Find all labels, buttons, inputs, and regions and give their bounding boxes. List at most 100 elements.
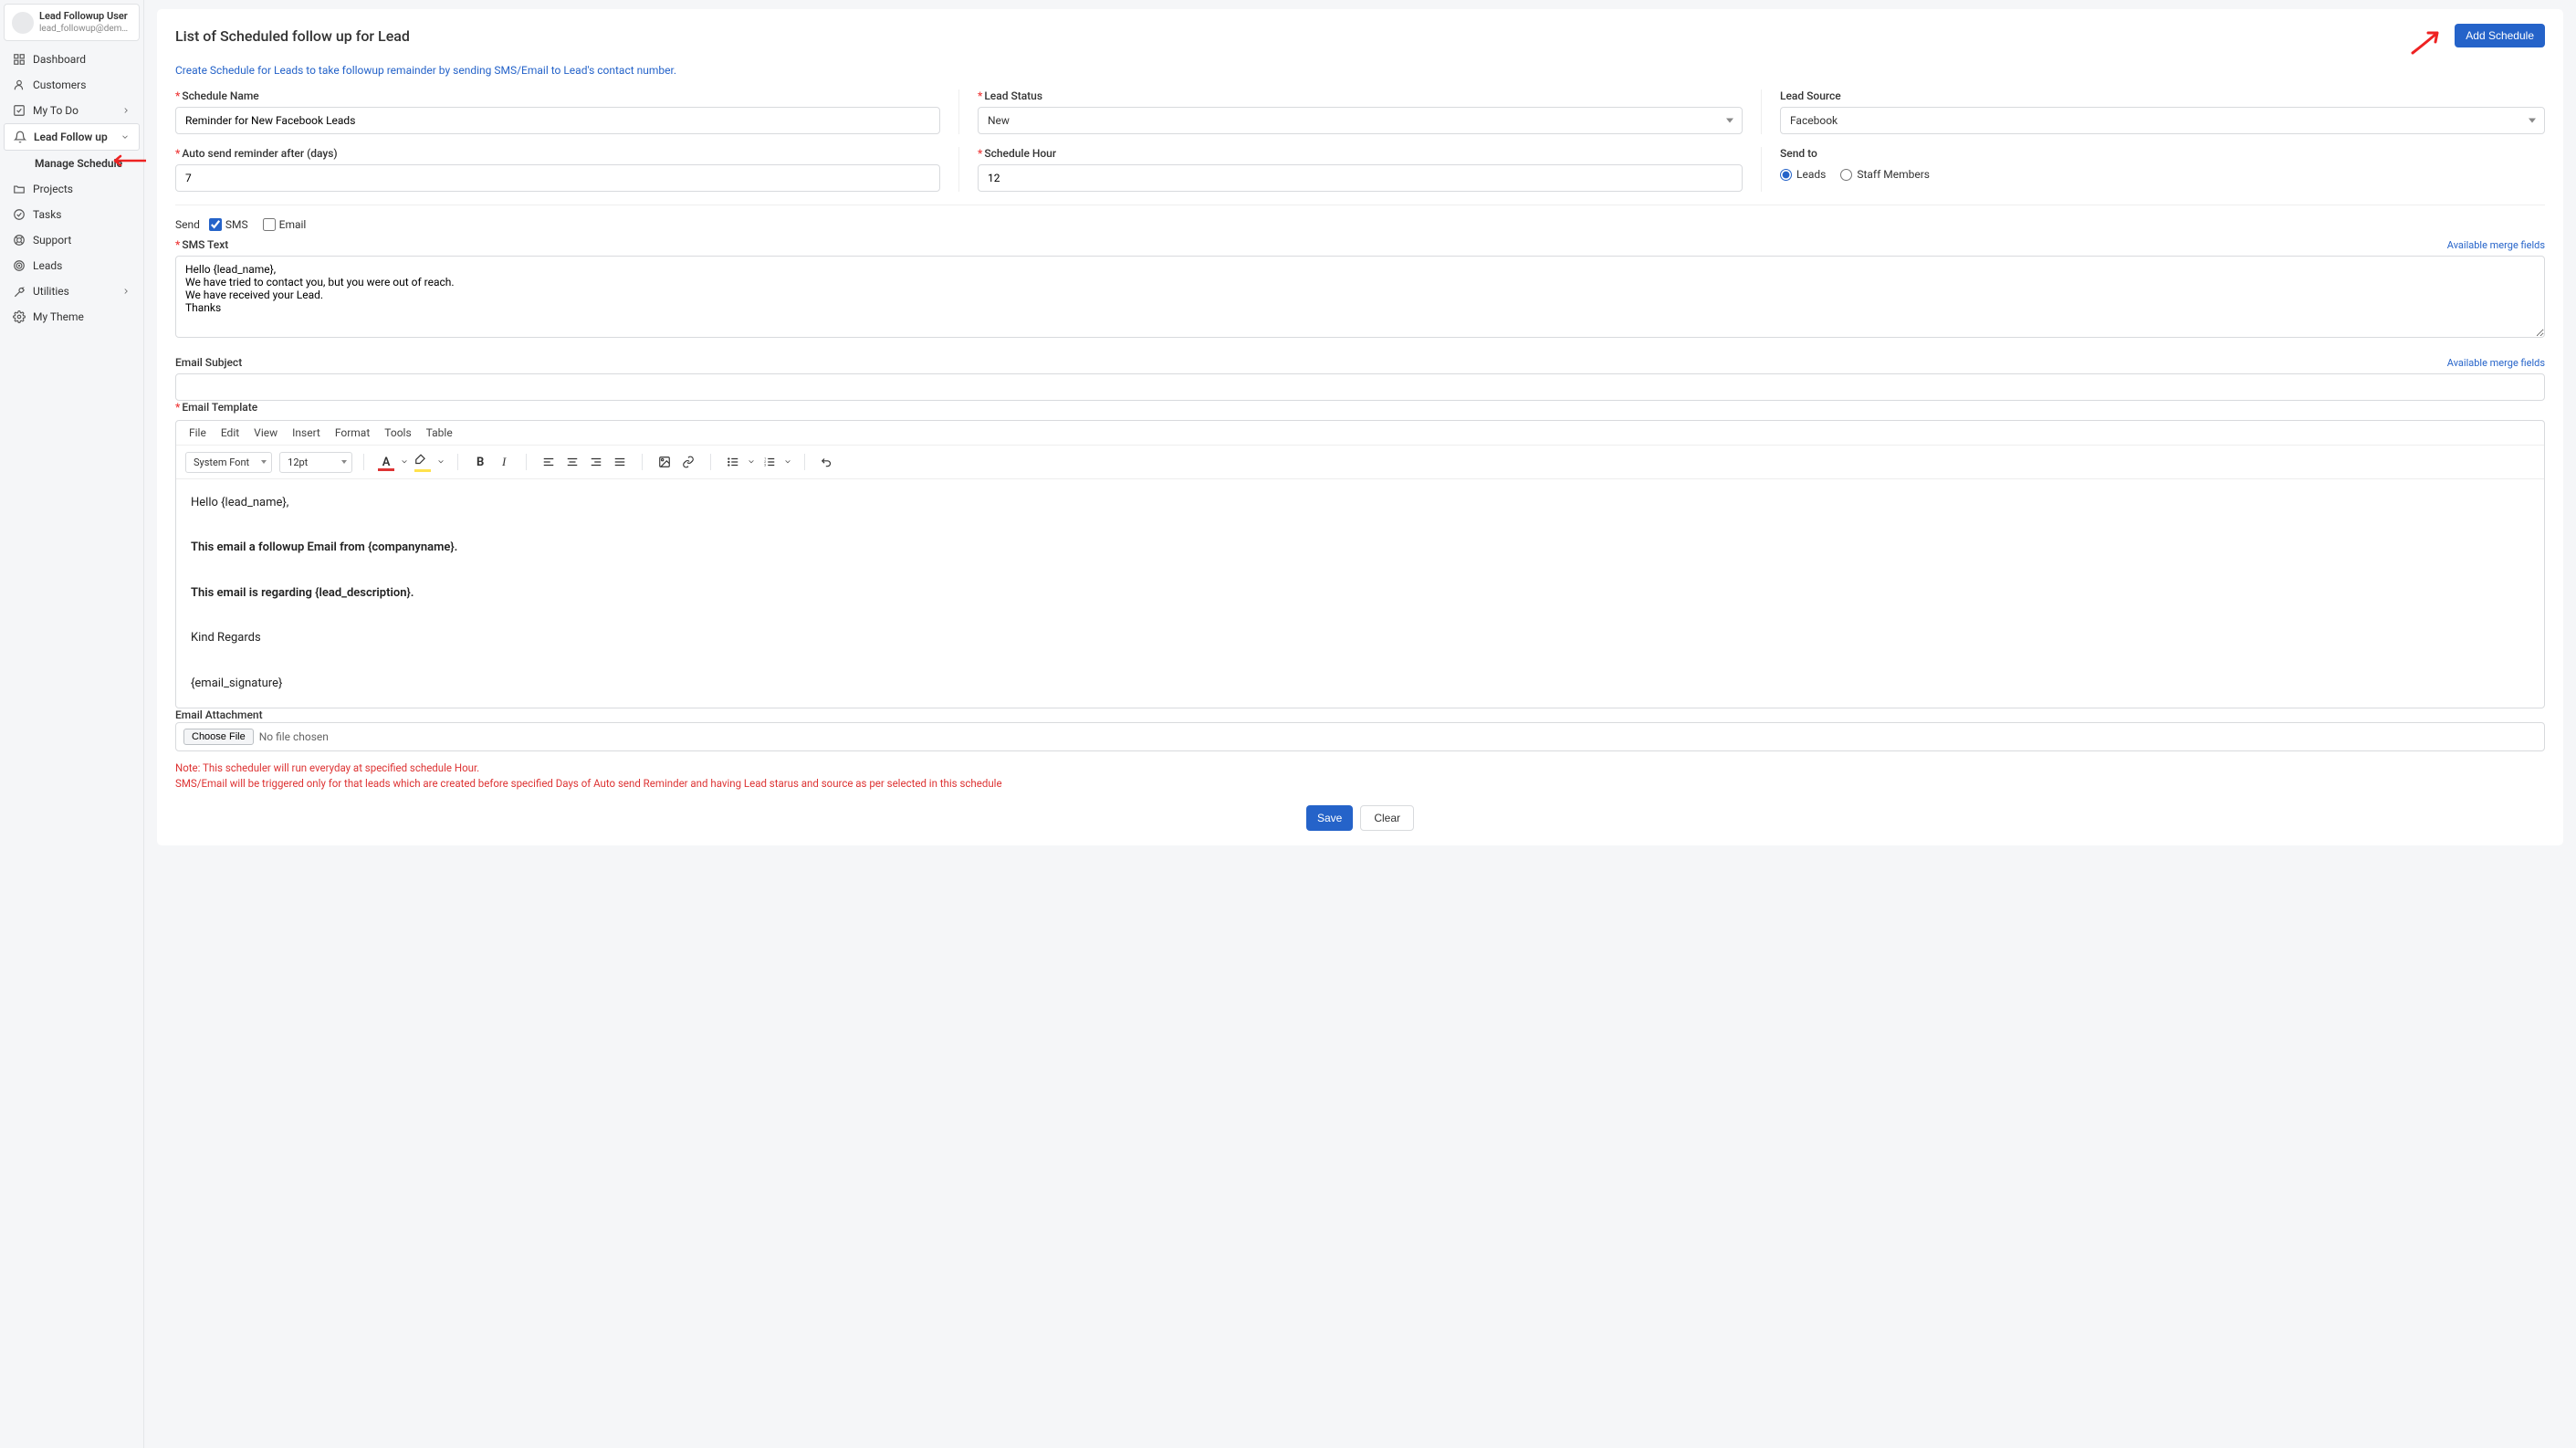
- nav-label: My To Do: [33, 104, 79, 117]
- col-lead-source: Lead Source Facebook: [1780, 89, 2545, 134]
- help-link[interactable]: Create Schedule for Leads to take follow…: [175, 64, 2545, 77]
- send-email-option[interactable]: Email: [263, 218, 307, 231]
- bullet-list-dropdown[interactable]: [746, 451, 757, 473]
- menu-tools[interactable]: Tools: [384, 426, 411, 439]
- email-subject-input[interactable]: [175, 373, 2545, 401]
- merge-fields-link-sms[interactable]: Available merge fields: [2447, 239, 2545, 251]
- numbered-list-button[interactable]: 123: [759, 451, 780, 473]
- editor-body[interactable]: Hello {lead_name}, This email a followup…: [176, 479, 2544, 708]
- lead-status-select[interactable]: New: [978, 107, 1743, 134]
- chevron-right-icon: [121, 106, 131, 115]
- menu-file[interactable]: File: [189, 426, 206, 439]
- editor-toolbar: System Font 12pt A B I: [176, 446, 2544, 479]
- wrench-icon: [13, 285, 26, 298]
- nav-customers[interactable]: Customers: [4, 72, 140, 98]
- nav-label: Projects: [33, 183, 73, 195]
- nav-projects[interactable]: Projects: [4, 176, 140, 202]
- label-schedule-name: *Schedule Name: [175, 89, 940, 102]
- dashboard-icon: [13, 53, 26, 66]
- auto-send-days-input[interactable]: [175, 164, 940, 192]
- send-sms-option[interactable]: SMS: [209, 218, 248, 231]
- nav-support[interactable]: Support: [4, 227, 140, 253]
- nav-label: Utilities: [33, 285, 69, 298]
- link-button[interactable]: [677, 451, 699, 473]
- annotation-arrow-icon: [110, 154, 146, 167]
- user-info: Lead Followup User lead_followup@demo...: [39, 10, 131, 35]
- menu-format[interactable]: Format: [335, 426, 370, 439]
- label-send-to: Send to: [1780, 147, 2545, 160]
- nav-sub-manage-schedule[interactable]: Manage Schedule: [4, 151, 140, 176]
- toolbar-separator: [642, 454, 643, 470]
- image-button[interactable]: [654, 451, 675, 473]
- checkbox-email[interactable]: [263, 218, 276, 231]
- nav-dashboard[interactable]: Dashboard: [4, 47, 140, 72]
- checkbox-sms[interactable]: [209, 218, 222, 231]
- bg-color-button[interactable]: [412, 451, 434, 473]
- merge-fields-link-email[interactable]: Available merge fields: [2447, 357, 2545, 369]
- gear-icon: [13, 310, 26, 323]
- form-row-2: *Auto send reminder after (days) *Schedu…: [175, 147, 2545, 192]
- radio-leads[interactable]: Leads: [1780, 168, 1826, 181]
- nav-mytheme[interactable]: My Theme: [4, 304, 140, 330]
- nav-label: Lead Follow up: [34, 131, 108, 143]
- nav-mytodo[interactable]: My To Do: [4, 98, 140, 123]
- menu-insert[interactable]: Insert: [292, 426, 320, 439]
- chevron-down-icon: [120, 132, 130, 142]
- page-title: List of Scheduled follow up for Lead: [175, 27, 410, 45]
- clear-button[interactable]: Clear: [1360, 805, 1414, 831]
- menu-edit[interactable]: Edit: [221, 426, 239, 439]
- label-email-template: *Email Template: [175, 401, 257, 414]
- col-send-to: Send to Leads Staff Members: [1780, 147, 2545, 192]
- undo-button[interactable]: [816, 451, 838, 473]
- text-color-button[interactable]: A: [375, 451, 397, 473]
- editor-line: {email_signature}: [191, 673, 2529, 696]
- label-schedule-hour: *Schedule Hour: [978, 147, 1743, 160]
- align-center-button[interactable]: [561, 451, 583, 473]
- italic-button[interactable]: I: [493, 451, 515, 473]
- menu-table[interactable]: Table: [426, 426, 453, 439]
- radio-staff[interactable]: Staff Members: [1840, 168, 1930, 181]
- bg-color-dropdown[interactable]: [435, 451, 446, 473]
- nav-label: Support: [33, 234, 71, 247]
- nav-leadfollowup[interactable]: Lead Follow up: [4, 123, 140, 151]
- nav-label: Tasks: [33, 208, 62, 221]
- label-auto-send-days: *Auto send reminder after (days): [175, 147, 940, 160]
- editor-line: This email a followup Email from {compan…: [191, 537, 2529, 560]
- save-button[interactable]: Save: [1306, 805, 1353, 831]
- sms-label-row: *SMS Text Available merge fields: [175, 238, 2545, 256]
- nav-utilities[interactable]: Utilities: [4, 278, 140, 304]
- numbered-list-dropdown[interactable]: [782, 451, 793, 473]
- radio-staff-input[interactable]: [1840, 169, 1852, 181]
- bold-button[interactable]: B: [469, 451, 491, 473]
- sms-text-textarea[interactable]: [175, 256, 2545, 338]
- col-schedule-hour: *Schedule Hour: [978, 147, 1762, 192]
- radio-leads-input[interactable]: [1780, 169, 1792, 181]
- label-lead-source: Lead Source: [1780, 89, 2545, 102]
- label-attachment: Email Attachment: [175, 708, 263, 721]
- nav-leads[interactable]: Leads: [4, 253, 140, 278]
- choose-file-button[interactable]: Choose File: [183, 729, 254, 745]
- align-left-button[interactable]: [538, 451, 560, 473]
- nav: Dashboard Customers My To Do Lead Follow…: [4, 47, 140, 330]
- label-lead-status: *Lead Status: [978, 89, 1743, 102]
- life-ring-icon: [13, 234, 26, 247]
- nav-label: Leads: [33, 259, 62, 272]
- menu-view[interactable]: View: [254, 426, 277, 439]
- font-size-select[interactable]: 12pt: [279, 452, 352, 473]
- align-justify-button[interactable]: [609, 451, 631, 473]
- nav-tasks[interactable]: Tasks: [4, 202, 140, 227]
- align-right-button[interactable]: [585, 451, 607, 473]
- user-card[interactable]: Lead Followup User lead_followup@demo...: [4, 4, 140, 41]
- text-color-dropdown[interactable]: [399, 451, 410, 473]
- user-email: lead_followup@demo...: [39, 23, 131, 35]
- bell-icon: [14, 131, 26, 143]
- schedule-hour-input[interactable]: [978, 164, 1743, 192]
- check-circle-icon: [13, 208, 26, 221]
- send-label: Send: [175, 218, 200, 231]
- target-icon: [13, 259, 26, 272]
- font-family-select[interactable]: System Font: [185, 452, 272, 473]
- schedule-name-input[interactable]: [175, 107, 940, 134]
- add-schedule-button[interactable]: Add Schedule: [2455, 24, 2545, 47]
- lead-source-select[interactable]: Facebook: [1780, 107, 2545, 134]
- bullet-list-button[interactable]: [722, 451, 744, 473]
